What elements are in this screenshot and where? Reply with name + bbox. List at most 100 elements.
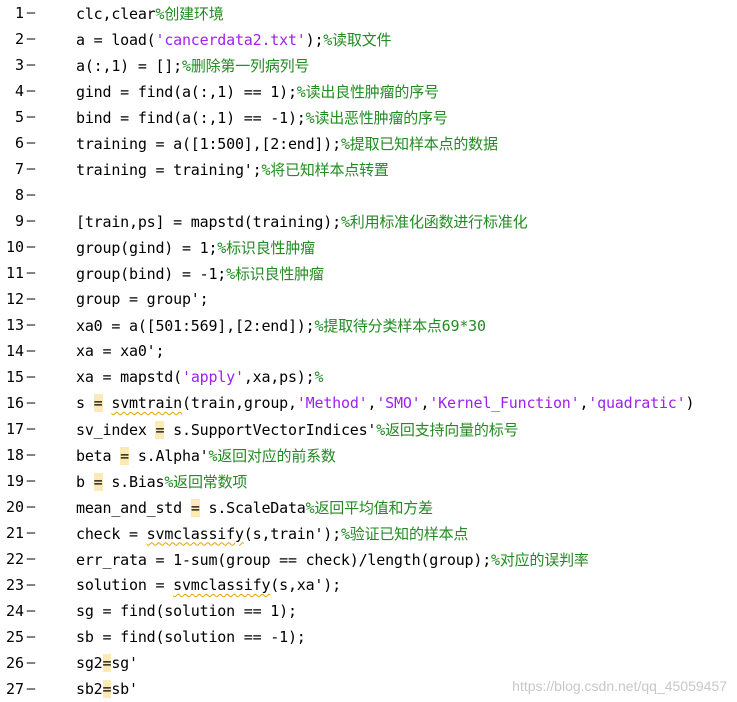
code-text[interactable]: s = svmtrain(train,group,'Method','SMO',… bbox=[76, 394, 694, 412]
code-text[interactable]: sg2=sg' bbox=[76, 654, 138, 672]
code-text[interactable]: a(:,1) = [];%删除第一列病列号 bbox=[76, 55, 309, 76]
line-number: 23 bbox=[5, 576, 24, 594]
code-line-22[interactable]: 22— err_rata = 1-sum(group == check)/leng… bbox=[0, 546, 737, 572]
code-line-23[interactable]: 23— solution = svmclassify(s,xa'); bbox=[0, 572, 737, 598]
breakpoint-marker[interactable]: — bbox=[24, 239, 38, 255]
code-token: bind = find(a(:,1) == -1); bbox=[76, 108, 306, 127]
breakpoint-marker[interactable]: — bbox=[24, 603, 38, 619]
code-line-19[interactable]: 19— b = s.Bias%返回常数项 bbox=[0, 468, 737, 494]
code-line-18[interactable]: 18— beta = s.Alpha'%返回对应的前系数 bbox=[0, 442, 737, 468]
code-line-21[interactable]: 21— check = svmclassify(s,train');%验证已知的样… bbox=[0, 520, 737, 546]
code-line-26[interactable]: 26— sg2=sg' bbox=[0, 650, 737, 676]
code-line-13[interactable]: 13— xa0 = a([501:569],[2:end]);%提取待分类样本点6… bbox=[0, 312, 737, 338]
breakpoint-marker[interactable]: — bbox=[24, 473, 38, 489]
breakpoint-marker[interactable]: — bbox=[24, 577, 38, 593]
code-line-17[interactable]: 17— sv_index = s.SupportVectorIndices'%返回… bbox=[0, 416, 737, 442]
code-text[interactable]: group(gind) = 1;%标识良性肿瘤 bbox=[76, 237, 315, 258]
breakpoint-marker[interactable]: — bbox=[24, 629, 38, 645]
code-line-7[interactable]: 7— training = training';%将已知样本点转置 bbox=[0, 156, 737, 182]
breakpoint-marker[interactable]: — bbox=[24, 57, 38, 73]
breakpoint-marker[interactable]: — bbox=[24, 291, 38, 307]
code-line-11[interactable]: 11— group(bind) = -1;%标识良性肿瘤 bbox=[0, 260, 737, 286]
code-line-3[interactable]: 3— a(:,1) = [];%删除第一列病列号 bbox=[0, 52, 737, 78]
code-token: clc,clear bbox=[76, 4, 156, 23]
code-token: s bbox=[76, 394, 94, 412]
breakpoint-marker[interactable]: — bbox=[24, 135, 38, 151]
code-text[interactable]: xa = mapstd('apply',xa,ps);% bbox=[76, 368, 324, 386]
code-text[interactable]: group = group'; bbox=[76, 290, 209, 308]
code-text[interactable]: xa0 = a([501:569],[2:end]);%提取待分类样本点69*3… bbox=[76, 315, 486, 336]
string-literal: 'cancerdata2.txt' bbox=[155, 30, 306, 49]
comment: %返回常数项 bbox=[164, 472, 248, 491]
code-text[interactable]: group(bind) = -1;%标识良性肿瘤 bbox=[76, 263, 324, 284]
code-text[interactable]: check = svmclassify(s,train');%验证已知的样本点 bbox=[76, 523, 468, 544]
breakpoint-marker[interactable]: — bbox=[24, 5, 38, 21]
breakpoint-marker[interactable]: — bbox=[24, 161, 38, 177]
code-text[interactable]: bind = find(a(:,1) == -1);%读出恶性肿瘤的序号 bbox=[76, 107, 448, 128]
line-number: 20 bbox=[5, 498, 24, 516]
code-token: (s,train'); bbox=[243, 524, 341, 543]
comment: % bbox=[314, 368, 324, 386]
breakpoint-marker[interactable]: — bbox=[24, 83, 38, 99]
code-text[interactable]: gind = find(a(:,1) == 1);%读出良性肿瘤的序号 bbox=[76, 81, 439, 102]
code-line-20[interactable]: 20— mean_and_std = s.ScaleData%返回平均值和方差 bbox=[0, 494, 737, 520]
code-line-6[interactable]: 6— training = a([1:500],[2:end]);%提取已知样本点… bbox=[0, 130, 737, 156]
code-text[interactable]: solution = svmclassify(s,xa'); bbox=[76, 576, 341, 594]
line-number: 2 bbox=[14, 30, 24, 48]
code-line-15[interactable]: 15— xa = mapstd('apply',xa,ps);% bbox=[0, 364, 737, 390]
code-text[interactable]: mean_and_std = s.ScaleData%返回平均值和方差 bbox=[76, 497, 433, 518]
breakpoint-marker[interactable]: — bbox=[24, 31, 38, 47]
code-editor[interactable]: 1— clc,clear%创建环境 2— a = load('cancerdata2.… bbox=[0, 0, 737, 702]
line-number: 25 bbox=[5, 628, 24, 646]
code-text[interactable]: sv_index = s.SupportVectorIndices'%返回支持向… bbox=[76, 419, 519, 440]
breakpoint-marker[interactable]: — bbox=[24, 421, 38, 437]
code-line-4[interactable]: 4— gind = find(a(:,1) == 1);%读出良性肿瘤的序号 bbox=[0, 78, 737, 104]
breakpoint-marker[interactable]: — bbox=[24, 525, 38, 541]
code-text[interactable]: sg = find(solution == 1); bbox=[76, 602, 297, 620]
breakpoint-marker[interactable]: — bbox=[24, 551, 38, 567]
code-text[interactable]: b = s.Bias%返回常数项 bbox=[76, 471, 247, 492]
code-line-12[interactable]: 12— group = group'; bbox=[0, 286, 737, 312]
code-token: , bbox=[420, 394, 430, 412]
breakpoint-marker[interactable]: — bbox=[24, 447, 38, 463]
breakpoint-marker[interactable]: — bbox=[24, 395, 38, 411]
breakpoint-marker[interactable]: — bbox=[24, 265, 38, 281]
code-line-1[interactable]: 1— clc,clear%创建环境 bbox=[0, 0, 737, 26]
code-text[interactable]: sb2=sb' bbox=[76, 680, 138, 698]
breakpoint-marker[interactable]: — bbox=[24, 317, 38, 333]
code-text[interactable]: training = a([1:500],[2:end]);%提取已知样本点的数… bbox=[76, 133, 498, 154]
breakpoint-marker[interactable]: — bbox=[24, 109, 38, 125]
breakpoint-marker[interactable]: — bbox=[24, 187, 38, 203]
code-line-16[interactable]: 16— s = svmtrain(train,group,'Method','SM… bbox=[0, 390, 737, 416]
code-line-2[interactable]: 2— a = load('cancerdata2.txt');%读取文件 bbox=[0, 26, 737, 52]
line-number: 21 bbox=[5, 524, 24, 542]
code-text[interactable]: training = training';%将已知样本点转置 bbox=[76, 159, 389, 180]
code-text[interactable]: clc,clear%创建环境 bbox=[76, 3, 224, 24]
code-line-9[interactable]: 9— [train,ps] = mapstd(training);%利用标准化函数… bbox=[0, 208, 737, 234]
breakpoint-marker[interactable]: — bbox=[24, 655, 38, 671]
code-line-24[interactable]: 24— sg = find(solution == 1); bbox=[0, 598, 737, 624]
code-token: sb2 bbox=[76, 680, 103, 698]
code-line-25[interactable]: 25— sb = find(solution == -1); bbox=[0, 624, 737, 650]
breakpoint-marker[interactable]: — bbox=[24, 499, 38, 515]
code-text[interactable]: xa = xa0'; bbox=[76, 342, 165, 360]
code-line-14[interactable]: 14— xa = xa0'; bbox=[0, 338, 737, 364]
warning-highlight: = bbox=[155, 420, 165, 439]
breakpoint-marker[interactable]: — bbox=[24, 213, 38, 229]
code-text[interactable]: a = load('cancerdata2.txt');%读取文件 bbox=[76, 29, 392, 50]
code-text[interactable]: err_rata = 1-sum(group == check)/length(… bbox=[76, 549, 589, 570]
warning-highlight: = bbox=[93, 472, 103, 491]
code-line-8[interactable]: 8— bbox=[0, 182, 737, 208]
code-token: s.ScaleData bbox=[199, 498, 306, 517]
breakpoint-marker[interactable]: — bbox=[24, 681, 38, 697]
code-token: sg = find(solution == 1); bbox=[76, 602, 297, 620]
breakpoint-marker[interactable]: — bbox=[24, 369, 38, 385]
breakpoint-marker[interactable]: — bbox=[24, 343, 38, 359]
code-token: s.SupportVectorIndices' bbox=[164, 420, 377, 439]
code-text[interactable]: beta = s.Alpha'%返回对应的前系数 bbox=[76, 445, 336, 466]
code-line-10[interactable]: 10— group(gind) = 1;%标识良性肿瘤 bbox=[0, 234, 737, 260]
code-text[interactable]: [train,ps] = mapstd(training);%利用标准化函数进行… bbox=[76, 211, 528, 232]
line-number: 19 bbox=[5, 472, 24, 490]
code-line-5[interactable]: 5— bind = find(a(:,1) == -1);%读出恶性肿瘤的序号 bbox=[0, 104, 737, 130]
code-text[interactable]: sb = find(solution == -1); bbox=[76, 628, 306, 646]
